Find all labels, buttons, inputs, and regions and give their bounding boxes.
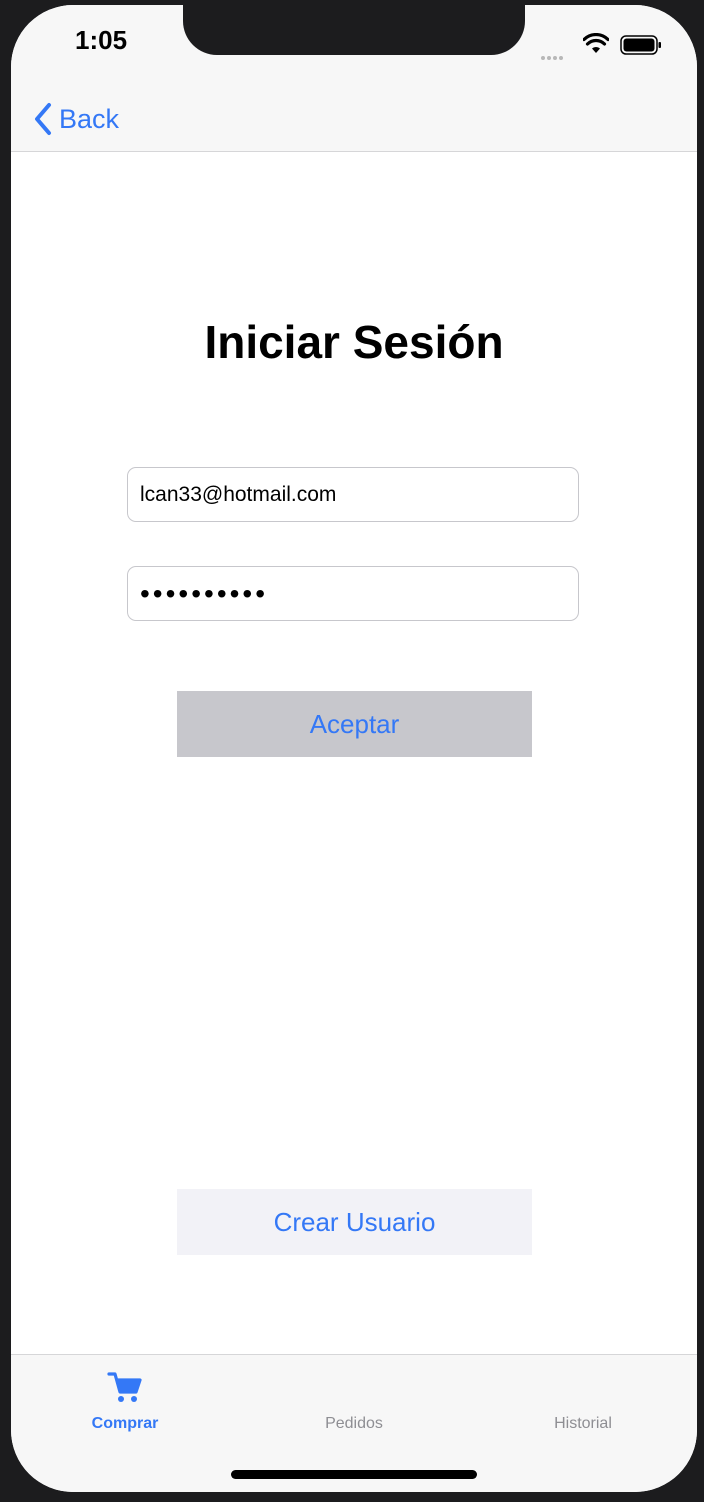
back-label: Back	[59, 103, 120, 134]
wifi-icon	[583, 33, 609, 53]
tab-label-comprar: Comprar	[91, 1415, 159, 1432]
tab-pedidos[interactable]: Pedidos	[274, 1365, 434, 1435]
tab-label-pedidos: Pedidos	[325, 1415, 383, 1432]
chevron-left-icon	[35, 103, 51, 135]
email-field[interactable]: lcan33@hotmail.com	[127, 467, 579, 522]
navigation-bar: Back	[11, 91, 697, 152]
tab-comprar[interactable]: Comprar	[45, 1365, 205, 1435]
page-title: Iniciar Sesión	[204, 316, 504, 368]
home-indicator[interactable]	[231, 1470, 477, 1479]
tab-label-historial: Historial	[554, 1415, 612, 1432]
status-time: 1:05	[75, 25, 128, 55]
create-user-button[interactable]: Crear Usuario	[177, 1189, 532, 1255]
password-field[interactable]: ••••••••••	[127, 566, 579, 621]
tab-historial[interactable]: Historial	[503, 1365, 663, 1435]
battery-icon	[620, 35, 661, 55]
back-button[interactable]: Back	[31, 99, 119, 139]
accept-button[interactable]: Aceptar	[177, 691, 532, 757]
device-frame: 1:05 Back Iniciar Sesión lcan33@hotmail.…	[0, 0, 704, 1502]
phone-screen: 1:05 Back Iniciar Sesión lcan33@hotmail.…	[11, 5, 697, 1492]
cellular-dots-icon	[541, 47, 565, 65]
email-value: lcan33@hotmail.com	[140, 482, 337, 506]
device-notch	[183, 5, 525, 55]
password-value: ••••••••••	[140, 577, 269, 609]
cart-icon	[107, 1372, 142, 1402]
